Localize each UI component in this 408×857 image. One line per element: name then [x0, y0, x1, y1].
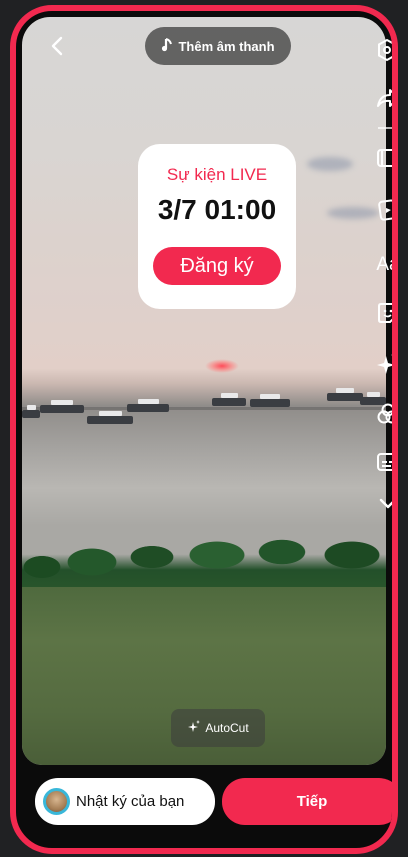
chevron-down-icon[interactable] — [375, 493, 392, 515]
film-strip-icon[interactable] — [375, 145, 392, 171]
event-datetime: 3/7 01:00 — [157, 194, 277, 225]
your-diary-button[interactable]: Nhật ký của bạn — [35, 778, 215, 825]
boat — [212, 393, 246, 406]
back-icon[interactable] — [46, 35, 68, 57]
boat — [40, 400, 84, 413]
boat — [250, 394, 290, 407]
diary-label: Nhật ký của bạn — [76, 793, 185, 810]
boat — [87, 411, 133, 424]
cloud — [307, 157, 353, 171]
autocut-button[interactable]: AutoCut — [171, 709, 265, 747]
boat — [327, 388, 363, 401]
music-note-icon — [161, 37, 173, 55]
sticker-icon[interactable] — [375, 300, 392, 326]
filter-circles-icon[interactable] — [375, 401, 392, 427]
sparkle-effects-icon[interactable] — [375, 349, 392, 375]
event-label: Sự kiện LIVE — [166, 165, 268, 184]
caption-icon[interactable] — [375, 449, 392, 475]
text-icon[interactable]: Aa — [372, 252, 392, 278]
cloud — [327, 207, 379, 219]
register-button[interactable]: Đăng ký — [153, 247, 281, 285]
autocut-label: AutoCut — [205, 721, 249, 735]
add-sound-label: Thêm âm thanh — [178, 38, 275, 54]
avatar — [43, 788, 70, 815]
sparkle-icon — [187, 719, 201, 737]
sticker-card-icon[interactable] — [375, 197, 392, 223]
boat — [127, 399, 169, 412]
add-sound-button[interactable]: Thêm âm thanh — [145, 27, 291, 65]
video-preview[interactable] — [22, 17, 386, 765]
phone-frame: Thêm âm thanh Aa Sự kiện LIVE 3/7 01:00 … — [10, 5, 398, 854]
settings-icon[interactable] — [374, 37, 392, 63]
boat — [22, 405, 40, 418]
live-event-card[interactable]: Sự kiện LIVE 3/7 01:00 Đăng ký — [138, 144, 296, 309]
sun — [205, 359, 239, 373]
next-button[interactable]: Tiếp — [222, 778, 392, 825]
toolbar-divider — [378, 127, 392, 129]
share-icon[interactable] — [375, 85, 392, 111]
